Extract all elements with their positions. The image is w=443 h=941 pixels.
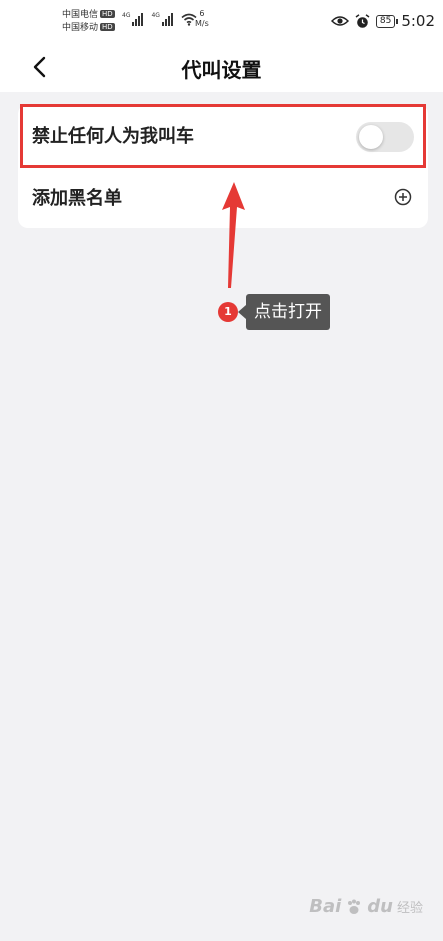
instruction-tooltip: 点击打开: [238, 294, 330, 330]
battery-icon: 85: [375, 14, 399, 28]
eye-icon: [330, 16, 349, 26]
hd-badge: HD: [100, 10, 115, 18]
step-number-badge: 1: [218, 302, 238, 322]
nav-bar: 代叫设置: [0, 42, 443, 92]
carrier-2: 中国移动: [62, 23, 99, 33]
add-blacklist-label: 添加黑名单: [32, 188, 122, 209]
signal-icons: 4G 4G: [122, 12, 197, 26]
signal-icon: 4G: [122, 12, 144, 26]
page-title: 代叫设置: [181, 58, 262, 82]
add-circle-icon[interactable]: [394, 188, 412, 206]
signal-icon: 4G: [151, 12, 173, 26]
clock: 5:02: [401, 12, 435, 30]
hd-badge: HD: [100, 23, 115, 31]
pointer-arrow: [222, 182, 245, 288]
status-right: 85 5:02: [330, 12, 435, 30]
carrier-info: 中国电信 HD 中国移动 HD: [62, 9, 115, 35]
watermark-logo: Bai du 经验: [309, 896, 423, 917]
paw-icon: [348, 899, 361, 914]
highlight-box: [20, 104, 426, 168]
carrier-1: 中国电信: [62, 10, 99, 20]
status-bar: 中国电信 HD 中国移动 HD 4G 4G 6 M/s 85 5:02: [0, 0, 443, 42]
alarm-icon: [355, 13, 370, 28]
network-speed: 6 M/s: [195, 9, 209, 28]
